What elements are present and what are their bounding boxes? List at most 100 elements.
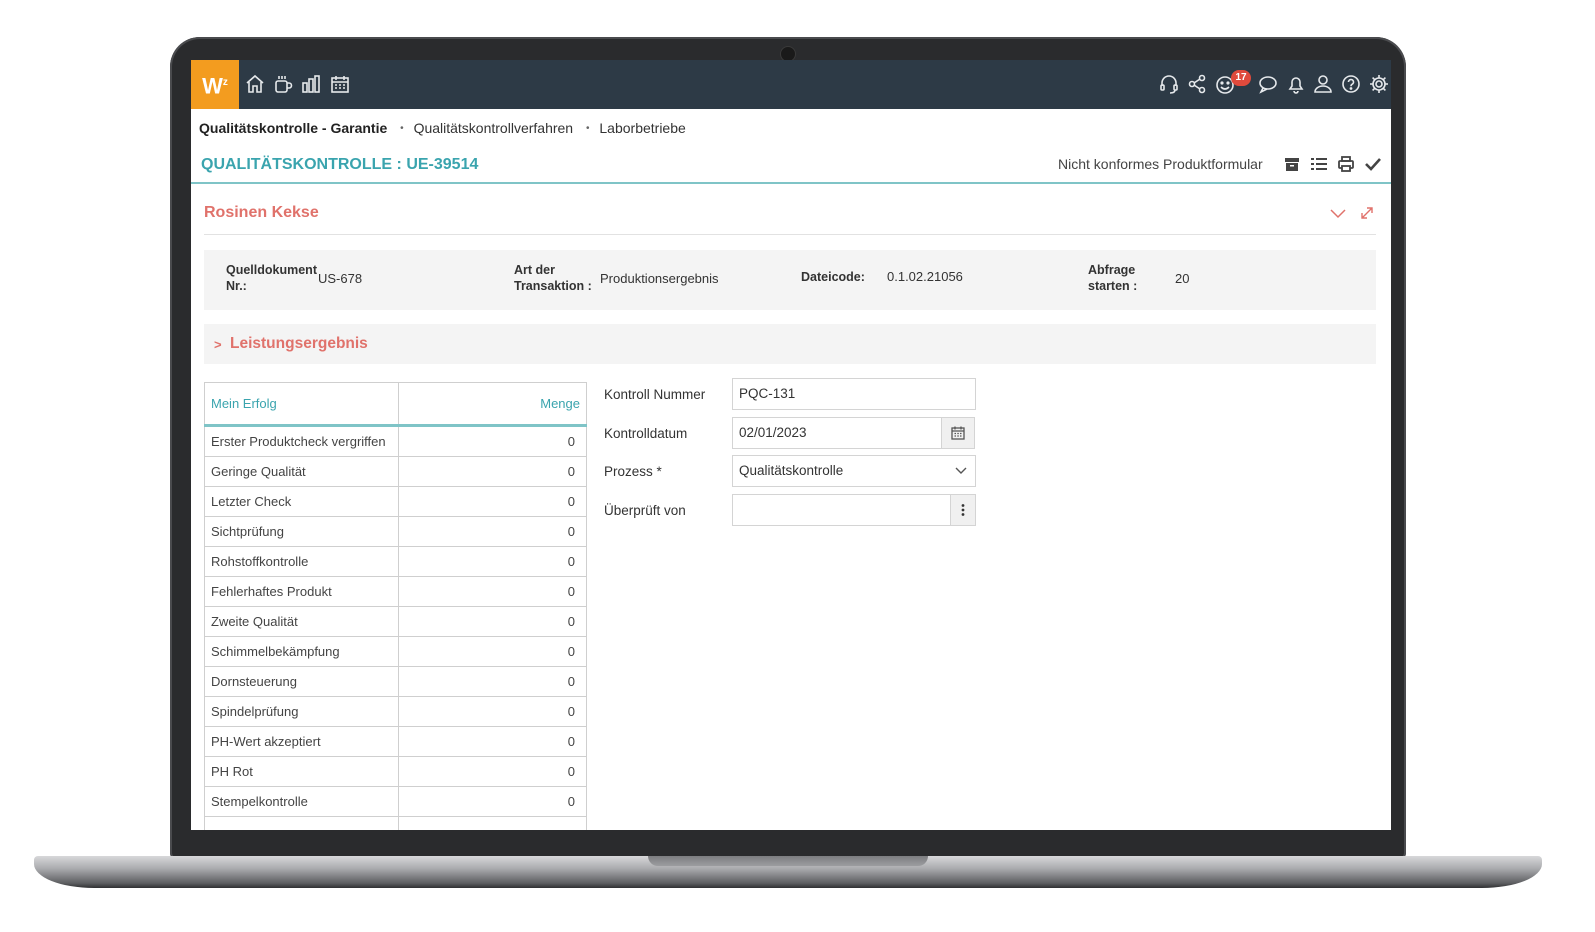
row-name: Erster Produktcheck vergriffen [204,425,399,457]
row-qty[interactable]: 0 [398,666,587,697]
row-qty[interactable]: 0 [398,546,587,577]
row-qty[interactable]: 0 [398,636,587,667]
table-row: Stempelkontrolle 0 [204,786,587,817]
column-header-qty[interactable]: Menge [398,382,587,427]
table-row: Spindelprüfung 0 [204,696,587,727]
breadcrumb-separator: • [400,122,404,134]
row-qty[interactable]: 0 [398,425,587,457]
table-header-row: Mein Erfolg Menge [204,382,587,427]
row-name: Stempelkontrolle [204,786,399,817]
notification-badge[interactable]: 17 [1231,70,1251,86]
app-logo[interactable]: Wz [191,60,239,109]
source-value: US-678 [318,271,363,286]
table-row: Dornsteuerung 0 [204,666,587,697]
breadcrumb-item[interactable]: Qualitätskontrollverfahren [414,120,574,136]
list-icon[interactable] [1310,155,1328,173]
help-icon[interactable] [1340,73,1362,95]
row-name: Fehlerhaftes Produkt [204,576,399,607]
subsection-bar[interactable]: > Leistungsergebnis [204,324,1376,364]
row-name: Zweite Qualität [204,606,399,637]
coffee-icon[interactable] [272,73,294,95]
more-options-icon[interactable] [950,494,976,526]
row-qty[interactable]: 0 [398,726,587,757]
row-name: Spindelprüfung [204,696,399,727]
row-qty[interactable]: 0 [398,606,587,637]
app-screen: Wz 17 Qualitätskontrolle - Garantie • Qu… [191,60,1391,830]
table-row: Rohstoffkontrolle 0 [204,546,587,577]
results-table: Mein Erfolg Menge Erster Produktcheck ve… [204,382,587,830]
row-qty[interactable]: 0 [398,456,587,487]
row-qty[interactable]: 0 [398,576,587,607]
chevron-down-icon[interactable] [953,462,969,478]
row-name: Schimmelbekämpfung [204,636,399,667]
row-name: Rohstoffkontrolle [204,546,399,577]
table-row: Letzter Check 0 [204,486,587,517]
breadcrumb: Qualitätskontrolle - Garantie • Qualität… [199,119,686,139]
row-qty[interactable] [398,816,587,830]
control-number-input[interactable]: PQC-131 [732,378,976,410]
user-icon[interactable] [1312,73,1334,95]
home-icon[interactable] [244,73,266,95]
gear-icon[interactable] [1368,73,1390,95]
query-value: 20 [1175,271,1190,286]
page-title: QUALITÄTSKONTROLLE : UE-39514 [201,156,479,173]
table-row: Schimmelbekämpfung 0 [204,636,587,667]
row-name: PH Rot [204,756,399,787]
control-date-label: Kontrolldatum [604,426,688,441]
table-row: PH Rot 0 [204,756,587,787]
calendar-icon[interactable] [329,73,351,95]
info-box: Quelldokument Nr.: US-678 Art der Transa… [204,250,1376,310]
logo-text: W [202,73,223,99]
table-row: Erster Produktcheck vergriffen 0 [204,425,587,457]
row-qty[interactable]: 0 [398,696,587,727]
form-link[interactable]: Nicht konformes Produktformular [1058,156,1263,172]
control-date-input[interactable]: 02/01/2023 [732,417,942,449]
archive-icon[interactable] [1283,155,1301,173]
table-row: Zweite Qualität 0 [204,606,587,637]
checked-by-input[interactable] [732,494,951,526]
checked-by-label: Überprüft von [604,503,686,518]
control-number-label: Kontroll Nummer [604,387,706,402]
process-label: Prozess * [604,464,662,479]
column-header-name[interactable]: Mein Erfolg [204,382,399,427]
section-divider [204,234,1376,235]
row-qty[interactable]: 0 [398,486,587,517]
row-name: Geringe Qualität [204,456,399,487]
file-code-label: Dateicode: [801,270,865,284]
expand-icon[interactable] [1358,204,1376,222]
chevron-down-icon[interactable] [1329,204,1347,222]
file-code-value: 0.1.02.21056 [887,269,963,284]
source-label: Quelldokument Nr.: [226,263,317,293]
table-row [204,816,587,830]
process-select[interactable]: Qualitätskontrolle [732,455,976,487]
chat-icon[interactable] [1257,73,1279,95]
row-qty[interactable]: 0 [398,756,587,787]
section-title: Rosinen Kekse [204,204,319,221]
laptop-notch [648,856,928,866]
share-icon[interactable] [1186,73,1208,95]
check-icon[interactable] [1364,155,1382,173]
query-label: Abfrage starten : [1088,263,1138,293]
row-qty[interactable]: 0 [398,516,587,547]
headset-icon[interactable] [1158,73,1180,95]
row-name: Dornsteuerung [204,666,399,697]
transaction-type-label: Art der Transaktion : [514,263,592,293]
breadcrumb-item[interactable]: Qualitätskontrolle - Garantie [199,120,387,136]
table-row: Fehlerhaftes Produkt 0 [204,576,587,607]
row-name: Letzter Check [204,486,399,517]
subsection-title: Leistungsergebnis [230,335,368,352]
chevron-right-icon: > [214,337,222,352]
logo-sup: z [222,77,228,88]
title-row: QUALITÄTSKONTROLLE : UE-39514 Nicht konf… [191,146,1391,184]
print-icon[interactable] [1337,155,1355,173]
table-row: Sichtprüfung 0 [204,516,587,547]
row-name [204,816,399,830]
row-name: PH-Wert akzeptiert [204,726,399,757]
row-qty[interactable]: 0 [398,786,587,817]
transaction-type-value: Produktionsergebnis [600,271,719,286]
bell-icon[interactable] [1285,73,1307,95]
table-row: PH-Wert akzeptiert 0 [204,726,587,757]
chart-icon[interactable] [300,73,322,95]
breadcrumb-item[interactable]: Laborbetriebe [599,120,685,136]
calendar-icon[interactable] [941,417,975,449]
